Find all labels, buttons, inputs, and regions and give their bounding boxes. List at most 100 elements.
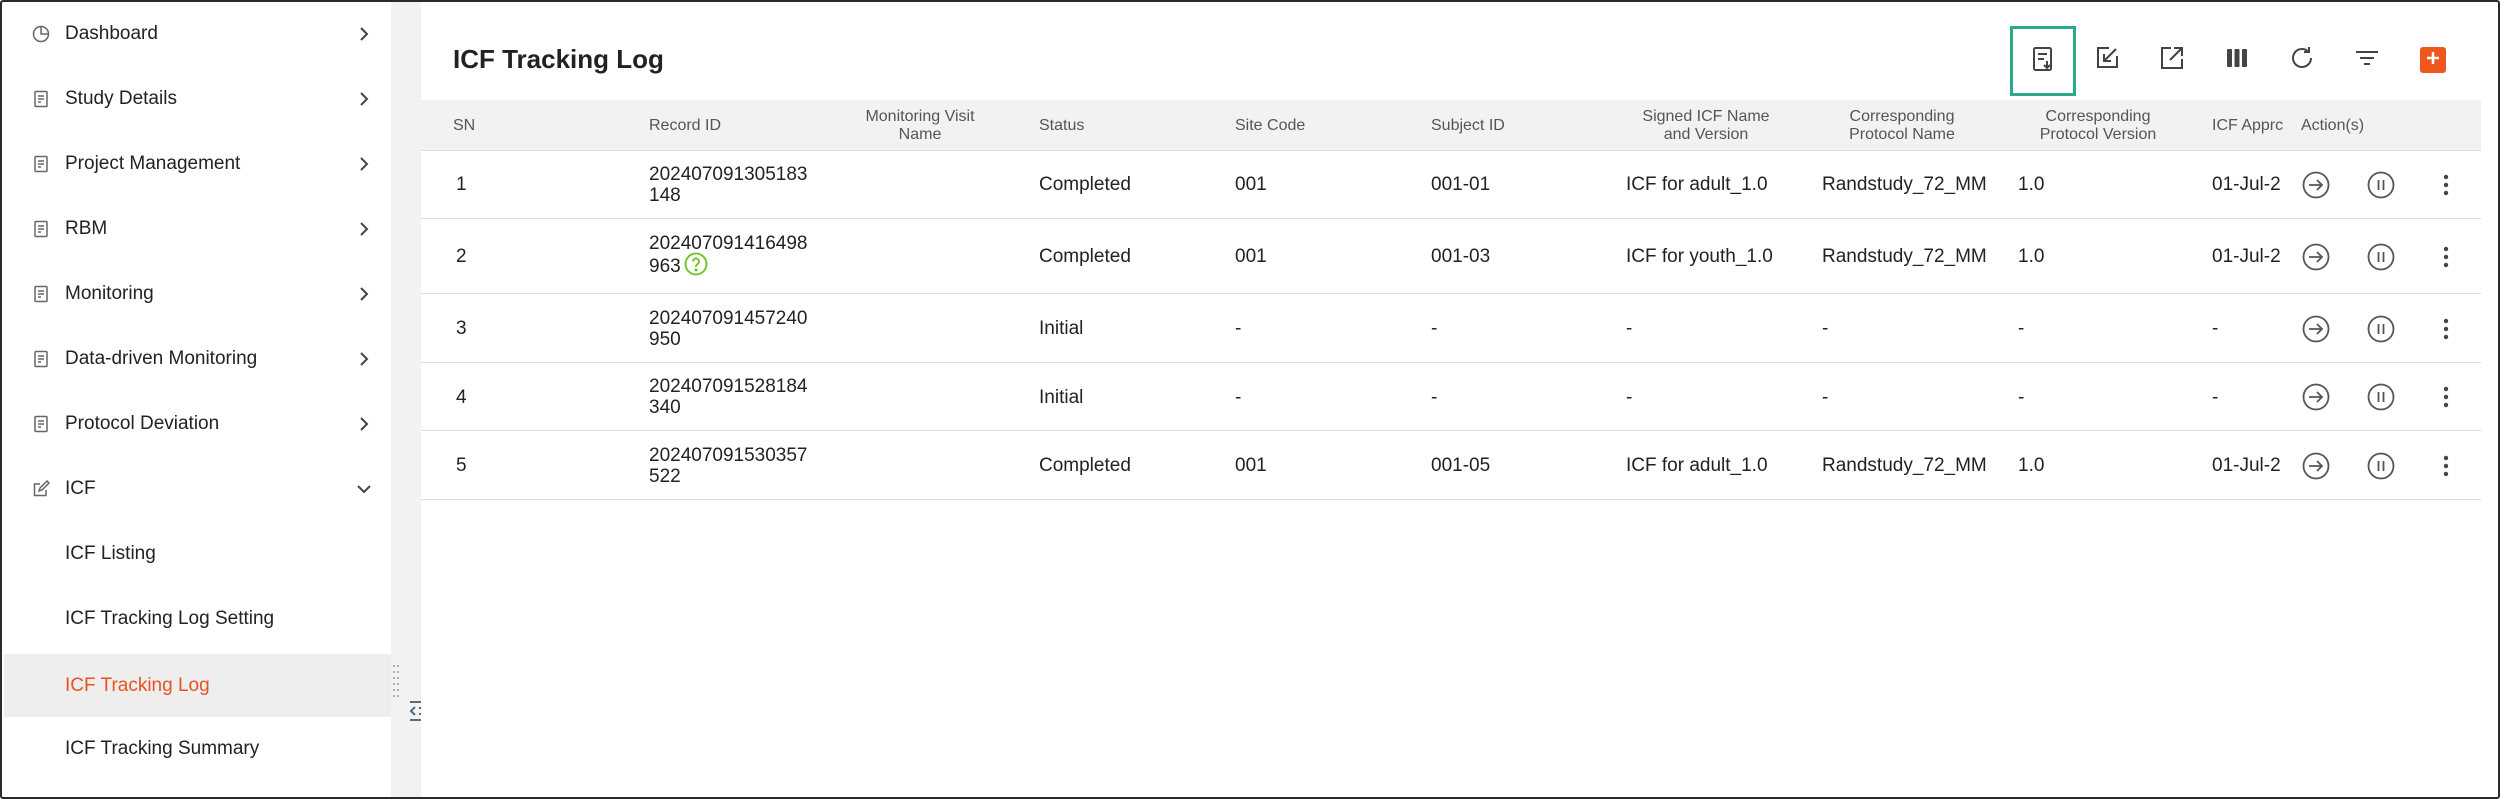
- cell-protocol-version: -: [2018, 318, 2025, 339]
- open-external-icon: [2158, 44, 2186, 77]
- cell-site-code: 001: [1235, 455, 1267, 476]
- pause-icon[interactable]: [2366, 242, 2396, 272]
- chevron-right-icon: [354, 89, 374, 109]
- chevron-right-icon: [354, 414, 374, 434]
- import-button[interactable]: [2085, 38, 2129, 82]
- sidebar-item-label: ICF Tracking Summary: [65, 738, 260, 759]
- go-to-record-icon[interactable]: [2301, 170, 2331, 200]
- cell-protocol-version: 1.0: [2018, 455, 2045, 476]
- columns-icon: [2223, 44, 2251, 77]
- sidebar-item-icf[interactable]: ICF: [4, 459, 391, 519]
- column-header-status[interactable]: Status: [1039, 100, 1084, 151]
- more-options-icon[interactable]: [2436, 451, 2456, 481]
- sidebar-item-dashboard[interactable]: Dashboard: [4, 4, 391, 64]
- document-icon: [30, 153, 52, 175]
- sidebar-item-label: Dashboard: [65, 23, 158, 44]
- table-row[interactable]: 5 202407091530357 522 Completed 001 001-…: [421, 432, 2481, 500]
- sidebar-item-protocol-deviation[interactable]: Protocol Deviation: [4, 394, 391, 454]
- column-header-monitoring-visit-name[interactable]: Monitoring Visit Name: [835, 100, 1005, 151]
- add-button[interactable]: [2420, 47, 2446, 73]
- cell-subject-id: -: [1431, 386, 1438, 408]
- refresh-button[interactable]: [2280, 38, 2324, 82]
- document-icon: [30, 88, 52, 110]
- record-id-line: 950: [649, 328, 681, 350]
- columns-button[interactable]: [2215, 38, 2259, 82]
- go-to-record-icon[interactable]: [2301, 314, 2331, 344]
- sidebar-item-label: Project Management: [65, 153, 241, 174]
- sidebar-subitem-icf-tracking-summary[interactable]: ICF Tracking Summary: [4, 719, 391, 779]
- help-icon[interactable]: [683, 251, 709, 277]
- column-header-subject-id[interactable]: Subject ID: [1431, 100, 1505, 151]
- cell-subject-id: 001-01: [1431, 174, 1491, 195]
- more-options-icon[interactable]: [2436, 170, 2456, 200]
- go-to-record-icon[interactable]: [2301, 382, 2331, 412]
- chevron-right-icon: [354, 219, 374, 239]
- cell-protocol-version: 1.0: [2018, 246, 2045, 267]
- column-header-protocol-version[interactable]: Corresponding Protocol Version: [2013, 100, 2183, 151]
- table-row[interactable]: 1 202407091305183 148 Completed 001 001-…: [421, 151, 2481, 219]
- sidebar-subitem-icf-listing[interactable]: ICF Listing: [4, 524, 391, 584]
- column-header-sn[interactable]: SN: [453, 100, 475, 151]
- sidebar-subitem-icf-tracking-log[interactable]: ICF Tracking Log: [4, 654, 391, 717]
- go-to-record-icon[interactable]: [2301, 451, 2331, 481]
- cell-status: Completed: [1039, 246, 1131, 267]
- cell-sn: 5: [456, 455, 467, 476]
- sidebar-item-data-driven-monitoring[interactable]: Data-driven Monitoring: [4, 329, 391, 389]
- main-panel: ICF Tracking Log SN Record ID Monitoring…: [421, 16, 2481, 797]
- chevron-right-icon: [354, 349, 374, 369]
- record-id-line: 963: [649, 256, 681, 278]
- more-options-icon[interactable]: [2436, 382, 2456, 412]
- table-row[interactable]: 3 202407091457240 950 Initial - - - - - …: [421, 295, 2481, 363]
- sidebar-item-rbm[interactable]: RBM: [4, 199, 391, 259]
- column-header-protocol-name[interactable]: Corresponding Protocol Name: [1817, 100, 1987, 151]
- record-id-line: 202407091416498: [649, 233, 808, 254]
- sidebar-item-label: Protocol Deviation: [65, 413, 220, 434]
- header-line: Monitoring Visit: [865, 107, 975, 125]
- chevron-down-icon: [354, 479, 374, 499]
- cell-record-id[interactable]: 202407091530357 522: [649, 432, 808, 499]
- cell-record-id[interactable]: 202407091528184 340: [649, 364, 808, 430]
- column-header-site-code[interactable]: Site Code: [1235, 100, 1305, 151]
- cell-protocol-name: -: [1822, 318, 1829, 339]
- table-row[interactable]: 2 202407091416498 963 Completed 001 001-…: [421, 220, 2481, 294]
- table-row[interactable]: 4 202407091528184 340 Initial - - - - - …: [421, 364, 2481, 431]
- export-list-icon: [2029, 45, 2057, 78]
- pause-icon[interactable]: [2366, 170, 2396, 200]
- cell-icf-approval: 01-Jul-2: [2212, 174, 2281, 195]
- open-external-button[interactable]: [2150, 38, 2194, 82]
- cell-record-id[interactable]: 202407091457240 950: [649, 295, 808, 362]
- more-options-icon[interactable]: [2436, 314, 2456, 344]
- cell-sn: 1: [456, 174, 467, 195]
- sidebar-item-study-details[interactable]: Study Details: [4, 69, 391, 129]
- column-header-record-id[interactable]: Record ID: [649, 100, 721, 151]
- record-id-line: 202407091530357: [649, 444, 808, 466]
- pause-icon[interactable]: [2366, 382, 2396, 412]
- record-id-line: 202407091305183: [649, 163, 808, 185]
- document-icon: [30, 283, 52, 305]
- cell-signed-icf: ICF for youth_1.0: [1626, 246, 1773, 267]
- sidebar-item-label: ICF Tracking Log Setting: [65, 608, 275, 629]
- header-line: Protocol Version: [2039, 125, 2157, 143]
- cell-subject-id: 001-05: [1431, 455, 1491, 476]
- column-header-icf-approval[interactable]: ICF Apprc: [2212, 100, 2283, 151]
- cell-protocol-version: 1.0: [2018, 174, 2045, 195]
- add-icon: [2425, 50, 2441, 71]
- column-header-signed-icf[interactable]: Signed ICF Name and Version: [1621, 100, 1791, 151]
- go-to-record-icon[interactable]: [2301, 242, 2331, 272]
- sidebar-resize-handle[interactable]: [392, 662, 400, 704]
- cell-record-id[interactable]: 202407091416498 963: [649, 220, 808, 293]
- cell-record-id[interactable]: 202407091305183 148: [649, 151, 808, 218]
- sidebar-subitem-icf-tracking-log-setting[interactable]: ICF Tracking Log Setting: [4, 589, 391, 649]
- record-id-line: 340: [649, 397, 681, 418]
- cell-signed-icf: ICF for adult_1.0: [1626, 455, 1768, 476]
- sidebar-item-monitoring[interactable]: Monitoring: [4, 264, 391, 324]
- sidebar-item-project-management[interactable]: Project Management: [4, 134, 391, 194]
- filter-button[interactable]: [2345, 38, 2389, 82]
- pause-icon[interactable]: [2366, 451, 2396, 481]
- cell-signed-icf: ICF for adult_1.0: [1626, 174, 1768, 195]
- more-options-icon[interactable]: [2436, 242, 2456, 272]
- export-list-button[interactable]: [2010, 26, 2076, 96]
- pause-icon[interactable]: [2366, 314, 2396, 344]
- cell-icf-approval: -: [2212, 318, 2219, 339]
- cell-subject-id: 001-03: [1431, 246, 1491, 267]
